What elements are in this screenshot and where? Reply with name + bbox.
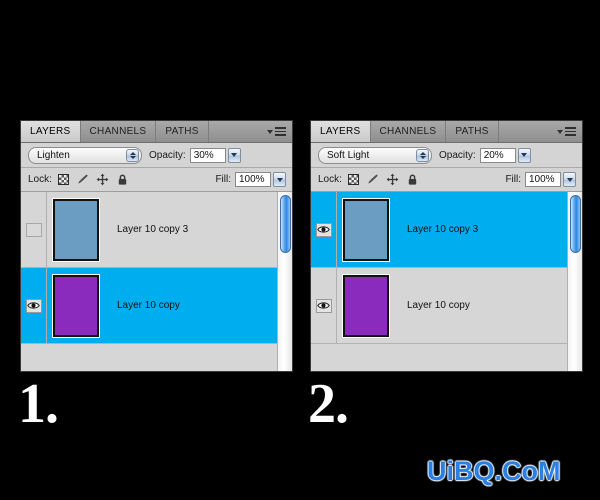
eye-icon (27, 302, 40, 309)
layer-row[interactable]: Layer 10 copy (21, 268, 292, 344)
tab-paths[interactable]: PATHS (446, 121, 499, 142)
chevron-down-icon (557, 129, 563, 134)
tab-bar-filler (498, 121, 557, 142)
lock-row: Lock: Fill: 100% (311, 168, 582, 192)
layer-visibility-cell[interactable] (311, 268, 337, 343)
opacity-label: Opacity: (439, 149, 476, 161)
lock-icon-group (57, 173, 129, 186)
scrollbar-thumb[interactable] (280, 195, 291, 253)
layer-list-scrollbar[interactable] (567, 192, 582, 371)
panel-tab-bar: LAYERS CHANNELS PATHS (311, 121, 582, 143)
layer-row[interactable]: Layer 10 copy (311, 268, 582, 344)
eye-icon-visible[interactable] (25, 298, 42, 313)
tab-channels-label: CHANNELS (89, 126, 147, 137)
lock-label: Lock: (28, 174, 52, 185)
eye-icon (317, 226, 330, 233)
watermark-text: UiBQ.CoM (427, 456, 561, 486)
blend-mode-value: Lighten (37, 149, 70, 161)
layer-visibility-cell[interactable] (311, 192, 337, 267)
lock-icon-group (347, 173, 419, 186)
layer-visibility-cell[interactable] (21, 268, 47, 343)
eye-icon-visible[interactable] (315, 222, 332, 237)
fill-input[interactable]: 100% (525, 172, 561, 187)
fill-dropdown-icon[interactable] (273, 172, 286, 187)
blend-mode-select[interactable]: Soft Light (318, 146, 432, 164)
layer-name[interactable]: Layer 10 copy 3 (395, 224, 582, 235)
layer-list: Layer 10 copy 3 Layer 10 copy (21, 192, 292, 371)
tab-layers-label: LAYERS (30, 126, 71, 137)
tab-layers-label: LAYERS (320, 126, 361, 137)
padlock-icon[interactable] (406, 173, 419, 186)
panel-tab-bar: LAYERS CHANNELS PATHS (21, 121, 292, 143)
lock-row: Lock: Fill: 100% (21, 168, 292, 192)
fill-label: Fill: (505, 174, 521, 185)
tab-channels[interactable]: CHANNELS (80, 121, 157, 142)
step-number-2: 2. (308, 373, 349, 435)
layer-thumbnail-cell[interactable] (47, 192, 105, 267)
opacity-input[interactable]: 20% (479, 147, 516, 163)
panel-menu-button[interactable] (267, 121, 292, 142)
transparency-checker-icon[interactable] (347, 174, 359, 185)
tab-layers[interactable]: LAYERS (21, 121, 81, 142)
layers-panel-1: LAYERS CHANNELS PATHS Lighten Opacity: 3… (20, 120, 293, 372)
tab-paths[interactable]: PATHS (156, 121, 209, 142)
layer-thumbnail-cell[interactable] (337, 268, 395, 343)
layer-row[interactable]: Layer 10 copy 3 (21, 192, 292, 268)
panel-menu-button[interactable] (557, 121, 582, 142)
layer-name[interactable]: Layer 10 copy (105, 300, 292, 311)
tab-channels-label: CHANNELS (379, 126, 437, 137)
eye-icon (317, 302, 330, 309)
paintbrush-icon[interactable] (76, 173, 89, 186)
transparency-checker-icon[interactable] (57, 174, 69, 185)
opacity-label: Opacity: (149, 149, 186, 161)
fill-label: Fill: (215, 174, 231, 185)
tab-paths-label: PATHS (165, 126, 199, 137)
opacity-input[interactable]: 30% (189, 147, 226, 163)
eye-icon-visible[interactable] (315, 298, 332, 313)
blend-mode-row: Lighten Opacity: 30% (21, 143, 292, 168)
tab-layers[interactable]: LAYERS (311, 121, 371, 142)
eye-icon-hidden[interactable] (25, 222, 42, 237)
layer-thumbnail-cell[interactable] (47, 268, 105, 343)
padlock-icon[interactable] (116, 173, 129, 186)
layer-list: Layer 10 copy 3 Layer 10 copy (311, 192, 582, 371)
step-number-1: 1. (18, 373, 59, 435)
opacity-dropdown-icon[interactable] (227, 147, 241, 163)
layer-name[interactable]: Layer 10 copy 3 (105, 224, 292, 235)
chevron-down-icon (267, 129, 273, 134)
blend-mode-select[interactable]: Lighten (28, 146, 142, 164)
tab-channels[interactable]: CHANNELS (370, 121, 447, 142)
move-arrows-icon[interactable] (386, 173, 399, 186)
fill-input[interactable]: 100% (235, 172, 271, 187)
paintbrush-icon[interactable] (366, 173, 379, 186)
layer-thumbnail (53, 198, 99, 261)
layers-panel-2: LAYERS CHANNELS PATHS Soft Light Opacity… (310, 120, 583, 372)
fill-dropdown-icon[interactable] (563, 172, 576, 187)
layer-visibility-cell[interactable] (21, 192, 47, 267)
layer-name[interactable]: Layer 10 copy (395, 300, 582, 311)
layer-thumbnail (53, 274, 99, 337)
tab-paths-label: PATHS (455, 126, 489, 137)
layer-list-scrollbar[interactable] (277, 192, 292, 371)
layer-thumbnail (343, 274, 389, 337)
move-arrows-icon[interactable] (96, 173, 109, 186)
hamburger-menu-icon (275, 127, 286, 136)
layer-thumbnail (343, 198, 389, 261)
tab-bar-filler (208, 121, 267, 142)
layer-row[interactable]: Layer 10 copy 3 (311, 192, 582, 268)
scrollbar-thumb[interactable] (570, 195, 581, 253)
layer-thumbnail-cell[interactable] (337, 192, 395, 267)
hamburger-menu-icon (565, 127, 576, 136)
opacity-dropdown-icon[interactable] (517, 147, 531, 163)
blend-mode-value: Soft Light (327, 149, 370, 161)
blend-mode-row: Soft Light Opacity: 20% (311, 143, 582, 168)
blend-mode-stepper-icon[interactable] (126, 148, 139, 162)
lock-label: Lock: (318, 174, 342, 185)
blend-mode-stepper-icon[interactable] (416, 148, 429, 162)
